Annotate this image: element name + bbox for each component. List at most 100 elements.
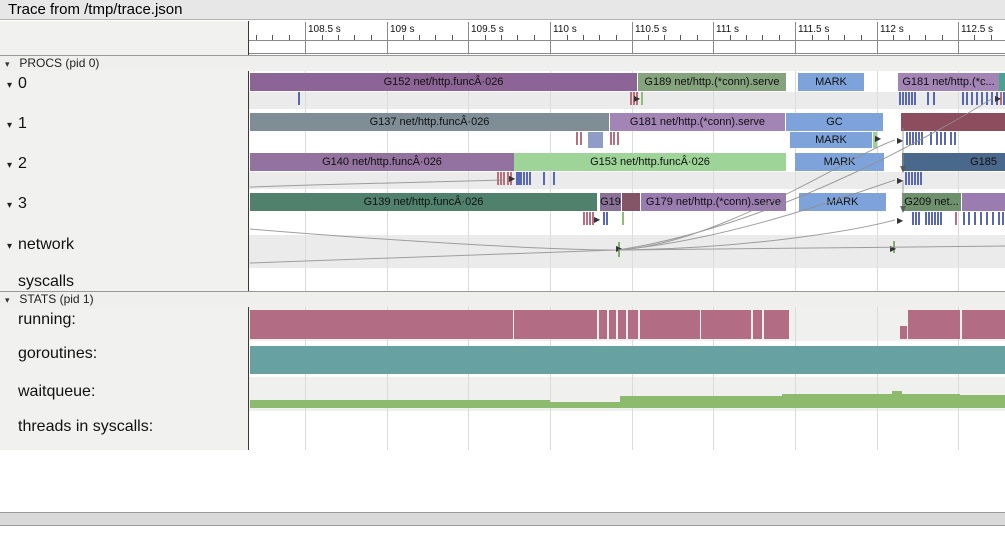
instant-event-tick[interactable]	[909, 132, 911, 145]
instant-event-tick[interactable]	[523, 172, 525, 185]
instant-event-tick[interactable]	[962, 92, 964, 105]
instant-event-tick[interactable]	[911, 172, 913, 185]
stats-section-header[interactable]: ▾ STATS (pid 1)	[0, 291, 1005, 307]
trace-span[interactable]: G185	[902, 153, 1005, 171]
instant-event-tick[interactable]	[580, 132, 582, 145]
trace-span[interactable]: G140 net/http.funcÂ·026	[250, 153, 514, 171]
instant-event-tick[interactable]	[944, 132, 946, 145]
expander-triangle-icon[interactable]: ▾	[7, 237, 17, 256]
instant-event-tick[interactable]	[606, 212, 608, 225]
instant-event-tick[interactable]	[583, 212, 585, 225]
instant-event-tick[interactable]	[976, 92, 978, 105]
instant-event-tick[interactable]	[974, 212, 976, 225]
trace-span[interactable]: G152 net/http.funcÂ·026	[250, 73, 637, 91]
instant-event-tick[interactable]	[912, 212, 914, 225]
instant-event-tick[interactable]	[914, 92, 916, 105]
trace-span[interactable]: MARK	[799, 193, 886, 211]
instant-event-tick[interactable]	[1002, 212, 1004, 225]
trace-span[interactable]: G19	[600, 193, 621, 211]
trace-span[interactable]	[622, 193, 640, 211]
instant-event-tick[interactable]	[966, 92, 968, 105]
instant-event-tick[interactable]	[610, 132, 612, 145]
trace-subspan[interactable]: MARK	[790, 132, 872, 148]
instant-event-tick[interactable]	[986, 92, 988, 105]
instant-event-tick[interactable]	[586, 212, 588, 225]
instant-event-tick[interactable]	[576, 132, 578, 145]
instant-event-tick[interactable]	[968, 212, 970, 225]
instant-event-tick[interactable]	[497, 172, 499, 185]
instant-event-tick[interactable]	[902, 92, 904, 105]
trace-span[interactable]: G153 net/http.funcÂ·026	[514, 153, 786, 171]
instant-event-tick[interactable]	[931, 212, 933, 225]
trace-span[interactable]	[901, 113, 1005, 131]
instant-event-tick[interactable]	[986, 212, 988, 225]
trace-span[interactable]: MARK	[798, 73, 864, 91]
instant-event-tick[interactable]	[908, 92, 910, 105]
instant-event-tick[interactable]	[918, 212, 920, 225]
instant-event-tick[interactable]	[981, 92, 983, 105]
trace-span[interactable]: G137 net/http.funcÂ·026	[250, 113, 609, 131]
trace-span[interactable]: GC	[786, 113, 883, 131]
instant-event-tick[interactable]	[915, 212, 917, 225]
trace-span[interactable]: MARK	[795, 153, 884, 171]
instant-event-tick[interactable]	[955, 212, 957, 225]
instant-event-tick[interactable]	[918, 132, 920, 145]
instant-event-tick[interactable]	[980, 212, 982, 225]
instant-event-tick[interactable]	[529, 172, 531, 185]
instant-event-tick[interactable]	[917, 172, 919, 185]
instant-event-tick[interactable]	[991, 92, 993, 105]
trace-span[interactable]: G181 net/http.(*c...	[898, 73, 999, 91]
instant-event-tick[interactable]	[920, 172, 922, 185]
instant-event-tick[interactable]	[928, 212, 930, 225]
instant-event-tick[interactable]	[905, 92, 907, 105]
expander-triangle-icon[interactable]: ▾	[7, 116, 17, 135]
instant-event-tick[interactable]	[940, 212, 942, 225]
trace-span[interactable]	[999, 73, 1005, 91]
instant-event-tick[interactable]	[930, 132, 932, 145]
instant-event-tick[interactable]	[992, 212, 994, 225]
instant-event-tick[interactable]	[998, 212, 1000, 225]
instant-event-tick[interactable]	[911, 92, 913, 105]
trace-span[interactable]: G209 net...	[902, 193, 961, 211]
expander-triangle-icon[interactable]: ▾	[7, 196, 17, 215]
instant-event-tick[interactable]	[526, 172, 528, 185]
procs-section-header[interactable]: ▾ PROCS (pid 0)	[0, 55, 1005, 71]
sidebar-item-proc-2[interactable]: ▾ 2	[0, 154, 247, 173]
trace-span[interactable]: G179 net/http.(*conn).serve	[641, 193, 786, 211]
expander-triangle-icon[interactable]: ▾	[7, 156, 17, 175]
sidebar-item-proc-3[interactable]: ▾ 3	[0, 194, 247, 213]
sidebar-item-network[interactable]: ▾ network	[0, 235, 247, 254]
instant-event-tick[interactable]	[912, 132, 914, 145]
trace-span[interactable]: G181 net/http.(*conn).serve	[610, 113, 785, 131]
instant-event-tick[interactable]	[622, 212, 624, 225]
instant-event-tick[interactable]	[915, 132, 917, 145]
instant-event-tick[interactable]	[500, 172, 502, 185]
instant-event-tick[interactable]	[613, 132, 615, 145]
instant-event-tick[interactable]	[617, 132, 619, 145]
instant-event-tick[interactable]	[298, 92, 300, 105]
instant-event-tick[interactable]	[520, 172, 522, 185]
instant-event-tick[interactable]	[641, 92, 643, 105]
instant-event-tick[interactable]	[927, 92, 929, 105]
instant-event-tick[interactable]	[914, 172, 916, 185]
trace-subspan[interactable]	[588, 132, 603, 148]
sidebar-item-proc-0[interactable]: ▾ 0	[0, 74, 247, 93]
instant-event-tick[interactable]	[899, 92, 901, 105]
instant-event-tick[interactable]	[589, 212, 591, 225]
instant-event-tick[interactable]	[934, 212, 936, 225]
instant-event-tick[interactable]	[954, 132, 956, 145]
pane-splitter[interactable]	[0, 512, 1005, 526]
instant-event-tick[interactable]	[963, 212, 965, 225]
instant-event-tick[interactable]	[906, 132, 908, 145]
trace-span[interactable]	[962, 193, 1005, 211]
timeline-ruler[interactable]	[249, 21, 1005, 53]
sidebar-item-proc-1[interactable]: ▾ 1	[0, 114, 247, 133]
instant-event-tick[interactable]	[603, 212, 605, 225]
instant-event-tick[interactable]	[925, 212, 927, 225]
instant-event-tick[interactable]	[553, 172, 555, 185]
instant-event-tick[interactable]	[630, 92, 632, 105]
instant-event-tick[interactable]	[933, 92, 935, 105]
instant-event-tick[interactable]	[921, 132, 923, 145]
instant-event-tick[interactable]	[905, 172, 907, 185]
instant-event-tick[interactable]	[503, 172, 505, 185]
